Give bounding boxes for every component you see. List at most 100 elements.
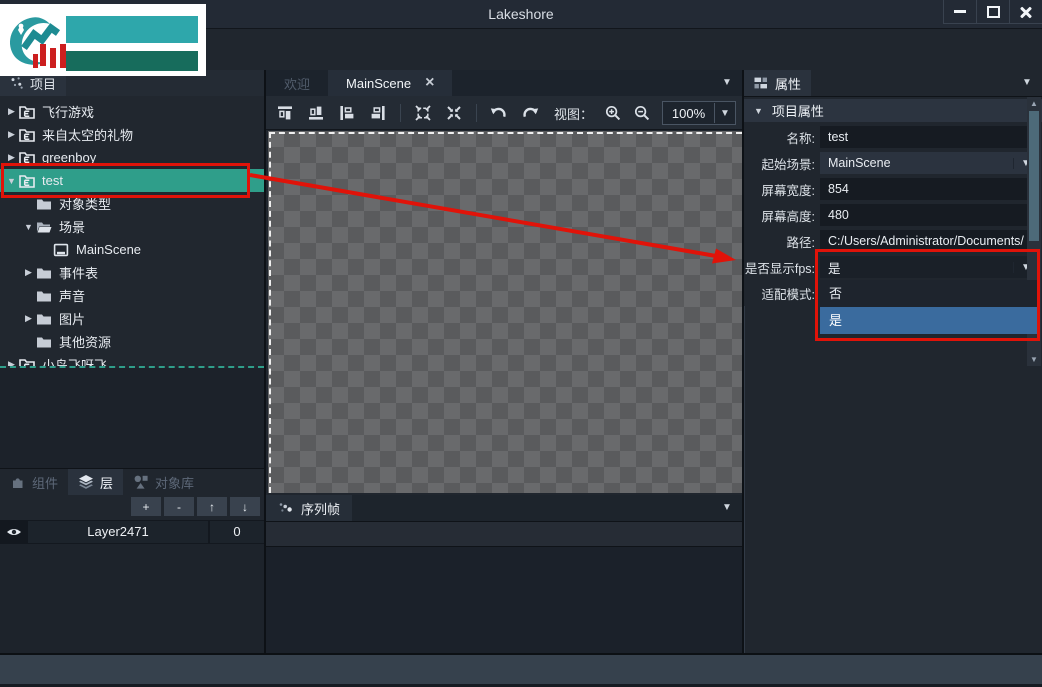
project-tree: ▶ 飞行游戏 ▶ 来自太空的礼物 ▶ greenboy ▼ test 对象类型 … [0, 96, 264, 368]
expander-icon[interactable]: ▼ [21, 222, 36, 232]
timeline-empty-area [266, 547, 742, 653]
tree-item[interactable]: ▶ 来自太空的礼物 [0, 123, 264, 146]
folder-icon [36, 334, 54, 350]
property-value[interactable]: C:/Users/Administrator/Documents/ ▼ [820, 230, 1038, 252]
zoom-level-value: 100% [663, 106, 714, 121]
expander-icon[interactable]: ▶ [21, 267, 36, 278]
property-label: 是否显示fps: [744, 258, 820, 277]
app-logo [0, 4, 206, 76]
property-value-text: 480 [820, 208, 1038, 222]
component-icon [10, 474, 26, 490]
visibility-eye-icon[interactable] [6, 526, 22, 538]
zoom-out-icon[interactable] [633, 104, 651, 122]
redo-icon[interactable] [521, 104, 539, 122]
property-value[interactable]: test ▼ [820, 126, 1038, 148]
tab-welcome[interactable]: 欢迎 [266, 70, 328, 96]
layers-icon [78, 474, 94, 490]
zoom-level-select[interactable]: 100% ▼ [662, 101, 736, 125]
tree-item-label: test [42, 173, 63, 188]
property-value[interactable]: 480 ▼ [820, 204, 1038, 226]
tree-item[interactable]: ▼ test [0, 169, 264, 192]
section-collapse-icon[interactable]: ▼ [754, 106, 763, 116]
tab-sequence-frames[interactable]: 序列帧 [266, 495, 352, 521]
property-value-text: 是 [820, 258, 1013, 277]
project-icon [19, 127, 37, 143]
fit-selection-icon[interactable] [414, 104, 432, 122]
editor-toolbar: 视图： 100% ▼ [266, 96, 742, 130]
tab-component[interactable]: 组件 [0, 469, 68, 495]
panel-separator-left[interactable] [264, 70, 266, 653]
tree-item[interactable]: MainScene [0, 238, 264, 261]
property-label: 名称: [744, 128, 820, 147]
tab-object-library[interactable]: 对象库 [123, 469, 204, 495]
tree-item[interactable]: 其他资源 [0, 330, 264, 353]
move-layer-up-button[interactable]: ↑ [197, 497, 227, 516]
tree-item[interactable]: 声音 [0, 284, 264, 307]
align-right-icon[interactable] [369, 104, 387, 122]
property-value[interactable]: MainScene ▼ [820, 152, 1038, 174]
minimize-icon [954, 10, 966, 13]
tree-item[interactable]: ▶ 事件表 [0, 261, 264, 284]
properties-menu-caret-icon[interactable]: ▼ [1022, 77, 1032, 88]
layer-order[interactable]: 0 [210, 521, 264, 543]
timeline-title: 序列帧 [301, 499, 340, 518]
panel-separator-right[interactable] [742, 70, 744, 653]
layer-row[interactable]: Layer2471 0 [0, 520, 264, 544]
tab-close-icon[interactable]: × [425, 75, 434, 91]
timeline-track-row [266, 522, 742, 547]
scrollbar-thumb[interactable] [1029, 111, 1039, 241]
scene-canvas[interactable] [268, 131, 742, 493]
property-value[interactable]: 是 ▼ [820, 256, 1038, 278]
expander-icon[interactable]: ▶ [4, 152, 19, 163]
tree-item-label: MainScene [76, 242, 141, 257]
align-bottom-icon[interactable] [307, 104, 325, 122]
project-icon [19, 357, 37, 369]
tree-item[interactable]: ▶ 图片 [0, 307, 264, 330]
property-row: 起始场景: MainScene ▼ [744, 150, 1042, 176]
expander-icon[interactable]: ▶ [4, 106, 19, 117]
scroll-up-icon[interactable]: ▲ [1027, 97, 1041, 110]
tab-label: 对象库 [155, 473, 194, 492]
tree-item[interactable]: ▶ 飞行游戏 [0, 100, 264, 123]
timeline-menu-caret-icon[interactable]: ▼ [722, 502, 732, 513]
expander-icon[interactable]: ▼ [4, 176, 19, 186]
minimize-button[interactable] [943, 0, 976, 24]
shrink-selection-icon[interactable] [445, 104, 463, 122]
undo-icon[interactable] [490, 104, 508, 122]
editor-tab-list-caret-icon[interactable]: ▼ [722, 77, 732, 88]
properties-tabbar: 属性 [744, 70, 1042, 97]
remove-layer-button[interactable]: - [164, 497, 194, 516]
object-library-icon [133, 474, 149, 490]
align-top-icon[interactable] [276, 104, 294, 122]
dropdown-option[interactable]: 否 [820, 280, 1038, 307]
fps-dropdown-list: 否是 [820, 280, 1038, 334]
toolbar-separator [400, 104, 401, 122]
add-layer-button[interactable]: + [131, 497, 161, 516]
tree-item[interactable]: ▶ greenboy [0, 146, 264, 169]
tree-item[interactable]: 对象类型 [0, 192, 264, 215]
close-button[interactable] [1009, 0, 1042, 24]
project-icon [19, 104, 37, 120]
property-row: 路径: C:/Users/Administrator/Documents/ ▼ [744, 228, 1042, 254]
layer-name[interactable]: Layer2471 [28, 521, 208, 543]
expander-icon[interactable]: ▶ [4, 129, 19, 140]
tree-item[interactable]: ▶ 小鸟飞呀飞 [0, 353, 264, 368]
tab-properties[interactable]: 属性 [744, 70, 811, 96]
tab-mainscene[interactable]: MainScene × [328, 70, 452, 96]
align-left-icon[interactable] [338, 104, 356, 122]
tab-layers[interactable]: 层 [68, 469, 123, 495]
dropdown-option[interactable]: 是 [820, 307, 1038, 334]
tree-item[interactable]: ▼ 场景 [0, 215, 264, 238]
scroll-down-icon[interactable]: ▼ [1027, 353, 1041, 366]
maximize-button[interactable] [976, 0, 1009, 24]
expander-icon[interactable]: ▶ [4, 359, 19, 368]
move-layer-down-button[interactable]: ↓ [230, 497, 260, 516]
zoom-in-icon[interactable] [604, 104, 622, 122]
folder-icon [36, 196, 54, 212]
project-panel-title: 项目 [30, 74, 56, 93]
project-properties-section-header[interactable]: ▼ 项目属性 [744, 99, 1042, 122]
expander-icon[interactable]: ▶ [21, 313, 36, 324]
property-label: 屏幕高度: [744, 206, 820, 225]
tree-item-label: 小鸟飞呀飞 [42, 355, 107, 368]
property-value[interactable]: 854 ▼ [820, 178, 1038, 200]
